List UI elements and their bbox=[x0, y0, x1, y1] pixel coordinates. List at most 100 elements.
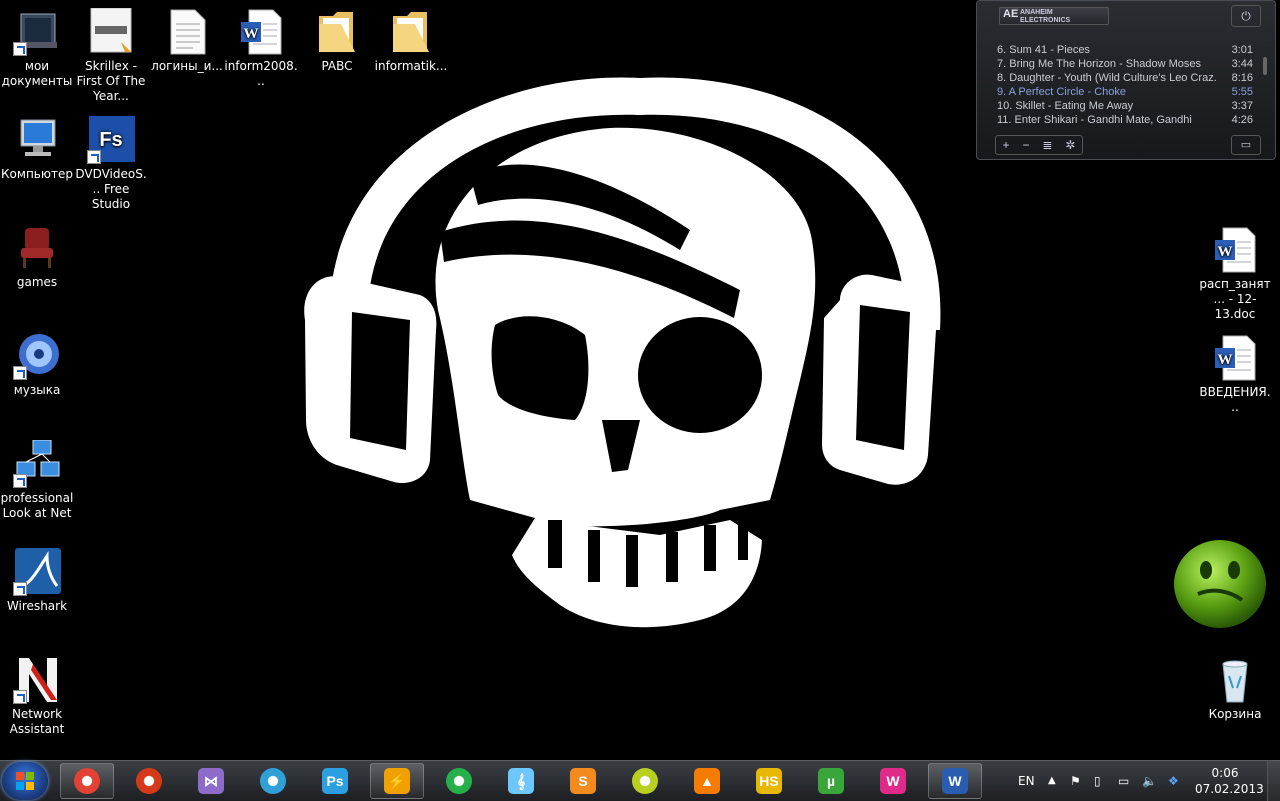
svg-text:Fs: Fs bbox=[99, 129, 122, 151]
playlist-scrollbar[interactable] bbox=[1263, 57, 1267, 75]
desktop-icon-label: Skrillex - First Of The Year... bbox=[76, 59, 146, 103]
taskbar-button[interactable] bbox=[618, 763, 672, 799]
playlist-row-active[interactable]: 9. A Perfect Circle - Choke 5:55 bbox=[997, 85, 1253, 99]
desktop-icon-label: расп_занят... - 12-13.doc bbox=[1199, 277, 1271, 321]
taskbar-button[interactable]: ⚡ bbox=[370, 763, 424, 799]
clock-time: 0:06 bbox=[1211, 766, 1239, 780]
volume-tray-icon[interactable]: 🔈 bbox=[1142, 761, 1157, 801]
desktop-icon-label: PABC bbox=[321, 59, 353, 73]
show-desktop-button[interactable] bbox=[1267, 761, 1280, 801]
taskbar-button[interactable]: HS bbox=[742, 763, 796, 799]
desktop-icon-dvdvideosoft[interactable]: Fs DVDVideoS... Free Studio bbox=[74, 116, 148, 212]
brand-logo: AE bbox=[1003, 8, 1019, 20]
taskbar-button[interactable]: S bbox=[556, 763, 610, 799]
start-button[interactable] bbox=[2, 762, 48, 800]
power-button[interactable]: ⏻ bbox=[1231, 5, 1261, 27]
word-doc-icon: W bbox=[1211, 334, 1259, 382]
flag-tray-icon[interactable]: ⚑ bbox=[1070, 761, 1081, 801]
remove-icon[interactable]: − bbox=[1022, 136, 1029, 154]
taskbar-button[interactable] bbox=[122, 763, 176, 799]
desktop-icon-skrillex[interactable]: Skrillex - First Of The Year... bbox=[74, 7, 148, 104]
photoshop-icon: Ps bbox=[322, 768, 348, 794]
desktop-icon-pabc[interactable]: PABC bbox=[300, 8, 374, 74]
folder-icon: ▭ bbox=[1240, 139, 1252, 151]
winamp-icon: ⚡ bbox=[384, 768, 410, 794]
desktop-icon-wireshark[interactable]: Wireshark bbox=[0, 548, 74, 614]
my-documents-icon bbox=[13, 8, 61, 56]
add-icon[interactable]: + bbox=[1002, 136, 1009, 154]
track-duration: 3:44 bbox=[1231, 58, 1253, 70]
show-hidden-icons-button[interactable]: ▲ bbox=[1048, 761, 1056, 801]
music-icon bbox=[13, 332, 61, 380]
desktop-icon-inform2008[interactable]: W inform2008... bbox=[224, 8, 298, 89]
desktop-icon-professional-look-at-net[interactable]: professional Look at Net bbox=[0, 439, 74, 521]
svg-text:W: W bbox=[244, 26, 259, 42]
desktop-icon-informatik[interactable]: informatik... bbox=[374, 8, 448, 74]
desktop-icon-label: Wireshark bbox=[6, 599, 68, 613]
desktop-icon-logins[interactable]: логины_и... bbox=[150, 8, 224, 74]
network-tray-icon[interactable]: ▭ bbox=[1118, 761, 1129, 801]
taskbar-button[interactable]: Ps bbox=[308, 763, 362, 799]
settings-icon[interactable]: ✲ bbox=[1065, 136, 1075, 154]
track-duration: 8:16 bbox=[1231, 72, 1253, 84]
system-clock[interactable]: 0:06 07.02.2013 bbox=[1195, 765, 1264, 797]
chair-icon bbox=[13, 224, 61, 272]
taskbar-button[interactable]: W bbox=[866, 763, 920, 799]
desktop-icon-label: Корзина bbox=[1208, 707, 1262, 721]
playlist[interactable]: 6. Sum 41 - Pieces 3:01 7. Bring Me The H… bbox=[997, 43, 1253, 127]
playlist-row[interactable]: 7. Bring Me The Horizon - Shadow Moses 3:… bbox=[997, 57, 1253, 71]
desktop-icon-vvedeniya[interactable]: W ВВЕДЕНИЯ... bbox=[1198, 334, 1272, 415]
word-icon: W bbox=[942, 768, 968, 794]
track-title: 9. A Perfect Circle - Choke bbox=[997, 86, 1126, 98]
playlist-row[interactable]: 10. Skillet - Eating Me Away 3:37 bbox=[997, 99, 1253, 113]
track-title: 6. Sum 41 - Pieces bbox=[997, 44, 1090, 56]
network-assistant-icon bbox=[13, 656, 61, 704]
desktop-icon-label: музыка bbox=[13, 383, 61, 397]
desktop-icon-label: inform2008... bbox=[224, 59, 298, 88]
playlist-row[interactable]: 6. Sum 41 - Pieces 3:01 bbox=[997, 43, 1253, 57]
list-icon[interactable]: ≣ bbox=[1042, 136, 1052, 154]
open-folder-button[interactable]: ▭ bbox=[1231, 135, 1261, 155]
track-duration: 3:37 bbox=[1231, 100, 1253, 112]
track-title: 8. Daughter - Youth (Wild Culture's Leo … bbox=[997, 72, 1217, 84]
desktop-icon-label: логины_и... bbox=[151, 59, 223, 73]
media-player-widget[interactable]: AE ANAHEIM ELECTRONICS ⏻ 6. Sum 41 - Pie… bbox=[976, 0, 1276, 160]
burner-icon bbox=[136, 768, 162, 794]
playlist-row[interactable]: 8. Daughter - Youth (Wild Culture's Leo … bbox=[997, 71, 1253, 85]
desktop-icon-recycle-bin[interactable]: Корзина bbox=[1198, 656, 1272, 722]
device-tray-icon[interactable]: ▯ bbox=[1094, 761, 1101, 801]
desktop-icon-rasp-zanyatiy[interactable]: W расп_занят... - 12-13.doc bbox=[1198, 226, 1272, 322]
desktop-icon-computer[interactable]: Компьютер bbox=[0, 116, 74, 182]
network-icon bbox=[13, 439, 61, 488]
taskbar-button[interactable] bbox=[60, 763, 114, 799]
track-title: 11. Enter Shikari - Gandhi Mate, Gandhi bbox=[997, 114, 1192, 126]
taskbar-button[interactable] bbox=[246, 763, 300, 799]
taskbar-button[interactable]: W bbox=[928, 763, 982, 799]
svg-text:W: W bbox=[1218, 244, 1233, 260]
desktop-icon-my-documents[interactable]: мои документы bbox=[0, 8, 74, 89]
language-indicator[interactable]: EN bbox=[1018, 761, 1035, 801]
desktop-icon-music[interactable]: музыка bbox=[0, 332, 74, 398]
sublime-icon: S bbox=[570, 768, 596, 794]
power-icon: ⏻ bbox=[1241, 9, 1251, 23]
taskbar-button[interactable]: 𝄞 bbox=[494, 763, 548, 799]
desktop-icon-label: DVDVideoS... Free Studio bbox=[75, 167, 147, 211]
taskbar-button[interactable] bbox=[432, 763, 486, 799]
track-duration: 3:01 bbox=[1231, 44, 1253, 56]
playlist-row[interactable]: 11. Enter Shikari - Gandhi Mate, Gandhi 4… bbox=[997, 113, 1253, 127]
dropbox-tray-icon[interactable]: ❖ bbox=[1168, 761, 1179, 801]
brand-line2: ELECTRONICS bbox=[1020, 17, 1071, 24]
folder-icon bbox=[387, 8, 435, 56]
music-editor-icon: 𝄞 bbox=[508, 768, 534, 794]
taskbar: ⋈ Ps ⚡ 𝄞 S ▲ HS µ W W EN ▲ ⚑ ▯ ▭ 🔈 ❖ 0:06 07.02.2… bbox=[0, 760, 1280, 801]
desktop-icon-label: games bbox=[16, 275, 58, 289]
shortcut-arrow-icon bbox=[87, 150, 101, 164]
taskbar-button[interactable]: ▲ bbox=[680, 763, 734, 799]
taskbar-button[interactable]: ⋈ bbox=[184, 763, 238, 799]
desktop-icon-network-assistant[interactable]: Network Assistant bbox=[0, 656, 74, 737]
desktop-icon-games[interactable]: games bbox=[0, 224, 74, 290]
green-smiley-gadget[interactable] bbox=[1172, 534, 1268, 630]
taskbar-button[interactable]: µ bbox=[804, 763, 858, 799]
image-file-icon bbox=[87, 7, 135, 56]
sonic-icon bbox=[446, 768, 472, 794]
